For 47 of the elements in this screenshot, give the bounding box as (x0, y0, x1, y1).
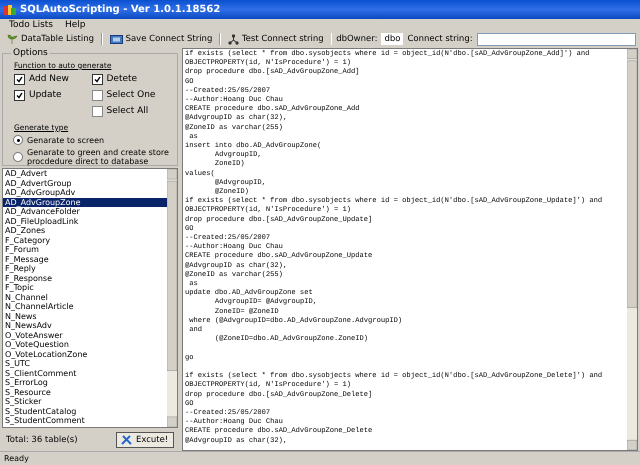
list-item[interactable]: N_News (3, 312, 167, 321)
list-item[interactable]: S_ErrorLog (3, 378, 167, 388)
group-title: Options (12, 48, 49, 58)
list-item[interactable]: AD_AdvanceFolder (3, 207, 167, 216)
list-item[interactable]: S_StudentCatalog (3, 406, 167, 416)
radio-button[interactable]: Genarate to green and create store procdedure direct to database (13, 148, 169, 166)
checkbox[interactable]: Select All (92, 105, 169, 117)
list-item[interactable]: F_Forum (3, 245, 167, 254)
toolbar-button[interactable]: Test Connect string (224, 34, 327, 44)
checkbox[interactable]: Update (14, 89, 92, 101)
list-item[interactable]: S_Sticker (3, 397, 167, 406)
list-item[interactable]: AD_AdvertGroup (3, 178, 167, 188)
list-item[interactable]: AD_FileUploadLink (3, 216, 167, 226)
list-item[interactable]: AD_Advert (3, 169, 167, 178)
list-item[interactable]: F_Message (3, 254, 167, 264)
checkbox[interactable]: Select One (92, 89, 169, 101)
execute-button[interactable]: Excute! (116, 432, 174, 448)
list-item[interactable]: F_Category (3, 236, 167, 245)
list-item[interactable]: O_VoteQuestion (3, 340, 167, 350)
toolbar-button[interactable]: Save Connect String (106, 34, 216, 44)
list-item[interactable]: O_VoteLocationZone (3, 350, 167, 359)
list-item[interactable]: F_Response (3, 274, 167, 283)
list-item[interactable]: S_UTC (3, 359, 167, 368)
checkbox[interactable]: Add New (14, 73, 92, 85)
db-owner-value: dbo (381, 33, 404, 45)
menu-item[interactable]: Todo Lists (8, 20, 54, 32)
list-item[interactable]: N_ChannelArticle (3, 302, 167, 312)
window-title: SQLAutoScripting - Ver 1.0.1.18562 (20, 4, 220, 15)
radio-button[interactable]: Genarate to screen (13, 135, 169, 145)
list-item[interactable]: S_Resource (3, 388, 167, 397)
list-item[interactable]: S_StudentComment (3, 416, 167, 426)
menu-item[interactable]: Help (64, 20, 87, 32)
list-item[interactable]: AD_AdvGroupAdv (3, 188, 167, 198)
list-item[interactable]: AD_Zones (3, 226, 167, 236)
list-item[interactable]: N_Channel (3, 292, 167, 302)
status-bar: Ready (0, 451, 640, 465)
checkbox[interactable]: Detete (92, 73, 169, 85)
list-item[interactable]: F_Topic (3, 283, 167, 292)
table-count: Total: 36 table(s) (6, 434, 78, 444)
db-owner-label: dbOwner: (336, 34, 378, 44)
toolbar-button[interactable]: DataTable Listing (4, 34, 97, 44)
list-item[interactable]: N_NewsAdv (3, 321, 167, 330)
list-item[interactable]: F_Reply (3, 264, 167, 274)
list-item[interactable]: O_VoteAnswer (3, 330, 167, 340)
list-item[interactable]: S_ClientComment (3, 368, 167, 378)
connect-string-label: Connect string: (407, 34, 473, 44)
list-item[interactable]: AD_AdvGroupZone (3, 198, 167, 207)
